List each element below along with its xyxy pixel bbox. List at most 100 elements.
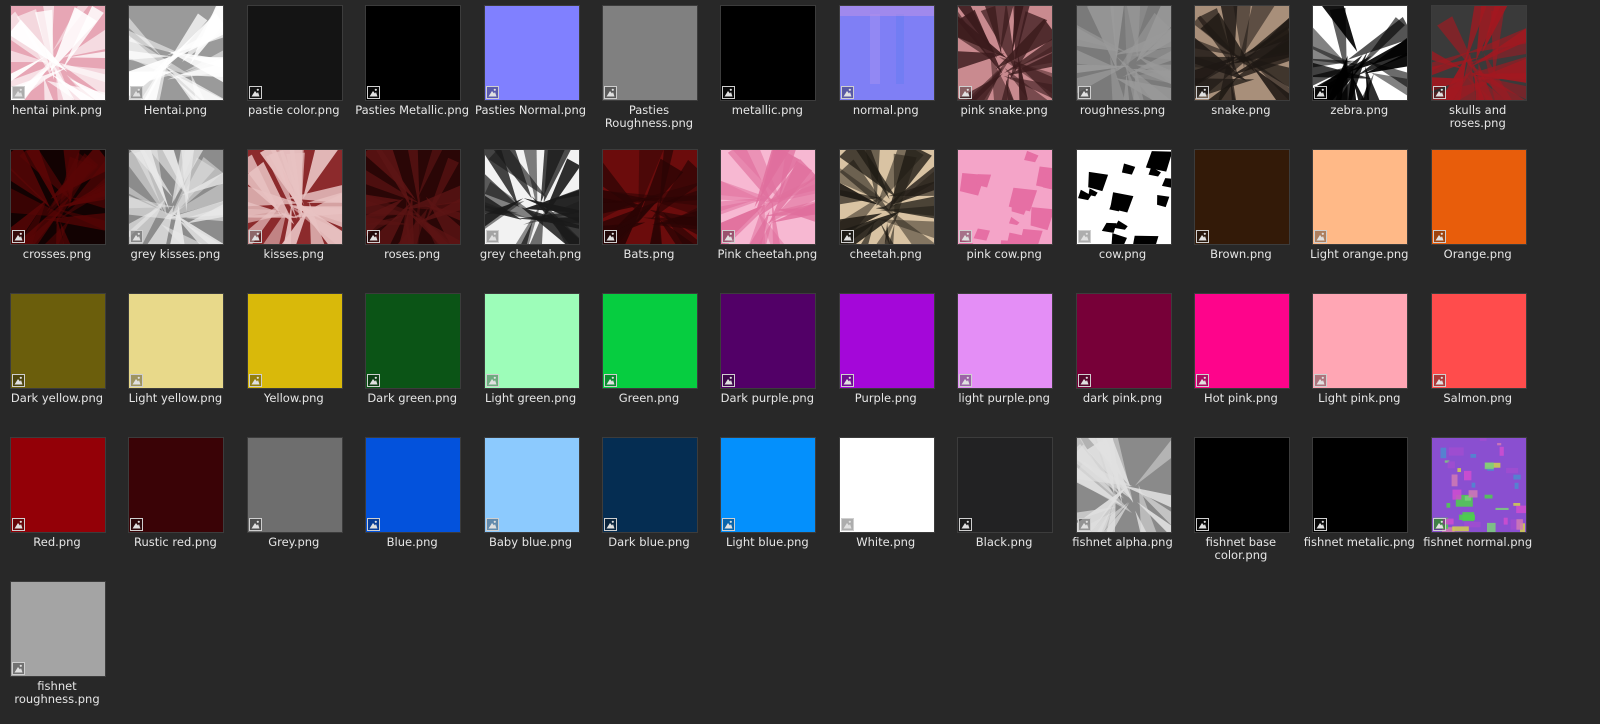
file-item[interactable]: Pasties Roughness.png [601, 4, 719, 148]
image-thumbnail[interactable] [838, 293, 935, 389]
file-item[interactable]: grey kisses.png [127, 148, 245, 292]
file-item[interactable]: Baby blue.png [483, 436, 601, 580]
file-item[interactable]: Light orange.png [1310, 148, 1429, 292]
file-item[interactable]: Salmon.png [1430, 292, 1548, 436]
file-item[interactable]: crosses.png [9, 148, 127, 292]
file-item[interactable]: dark pink.png [1075, 292, 1193, 436]
image-thumbnail[interactable] [1075, 5, 1172, 101]
image-thumbnail[interactable] [957, 437, 1054, 533]
image-thumbnail[interactable] [10, 437, 106, 533]
image-thumbnail[interactable] [1312, 149, 1409, 245]
file-item[interactable]: Grey.png [246, 436, 364, 580]
file-item[interactable]: Light pink.png [1311, 292, 1429, 436]
file-item[interactable]: roses.png [364, 148, 482, 292]
image-thumbnail[interactable] [365, 293, 462, 389]
file-item[interactable]: zebra.png [1311, 4, 1429, 148]
file-item[interactable]: hentai pink.png [9, 4, 127, 148]
image-thumbnail[interactable] [10, 293, 106, 389]
image-thumbnail[interactable] [1193, 437, 1290, 533]
image-thumbnail[interactable] [838, 149, 935, 245]
image-thumbnail[interactable] [720, 437, 817, 533]
file-item[interactable]: skulls and roses.png [1430, 4, 1548, 148]
file-item[interactable]: snake.png [1193, 4, 1311, 148]
image-thumbnail[interactable] [1193, 293, 1290, 389]
file-item[interactable]: Red.png [9, 436, 127, 580]
image-thumbnail[interactable] [1075, 437, 1172, 533]
file-item[interactable]: Pink cheetah.png [718, 148, 837, 292]
image-thumbnail[interactable] [10, 581, 106, 677]
file-item[interactable]: light purple.png [956, 292, 1074, 436]
file-item[interactable]: Dark yellow.png [9, 292, 127, 436]
image-thumbnail[interactable] [720, 149, 817, 245]
image-thumbnail[interactable] [483, 437, 580, 533]
image-thumbnail[interactable] [365, 5, 462, 101]
image-thumbnail[interactable] [10, 5, 106, 101]
image-thumbnail[interactable] [957, 149, 1054, 245]
image-thumbnail[interactable] [128, 437, 225, 533]
image-thumbnail[interactable] [1430, 149, 1527, 245]
file-item[interactable]: cheetah.png [838, 148, 956, 292]
file-item[interactable]: White.png [838, 436, 956, 580]
image-thumbnail[interactable] [957, 293, 1054, 389]
file-item[interactable]: fishnet base color.png [1193, 436, 1311, 580]
file-item[interactable]: Dark blue.png [601, 436, 719, 580]
file-item[interactable]: Brown.png [1193, 148, 1311, 292]
file-item[interactable]: fishnet alpha.png [1072, 436, 1193, 580]
file-item[interactable]: fishnet roughness.png [9, 580, 127, 724]
file-item[interactable]: Orange.png [1430, 148, 1548, 292]
file-item[interactable]: Pasties Metallic.png [355, 4, 482, 148]
file-item[interactable]: Pasties Normal.png [475, 4, 601, 148]
file-item[interactable]: pink snake.png [956, 4, 1074, 148]
image-thumbnail[interactable] [1075, 149, 1172, 245]
image-thumbnail[interactable] [720, 293, 817, 389]
file-item[interactable]: Blue.png [364, 436, 482, 580]
image-thumbnail[interactable] [246, 437, 343, 533]
file-item[interactable]: Hentai.png [127, 4, 245, 148]
image-thumbnail[interactable] [10, 149, 106, 245]
file-item[interactable]: grey cheetah.png [480, 148, 601, 292]
file-item[interactable]: Black.png [956, 436, 1074, 580]
image-thumbnail[interactable] [1312, 293, 1409, 389]
image-thumbnail[interactable] [1075, 293, 1172, 389]
file-item[interactable]: Dark green.png [364, 292, 482, 436]
image-thumbnail[interactable] [128, 293, 225, 389]
image-thumbnail[interactable] [365, 149, 462, 245]
image-thumbnail[interactable] [720, 5, 817, 101]
image-thumbnail[interactable] [483, 149, 580, 245]
file-item[interactable]: cow.png [1075, 148, 1193, 292]
file-item[interactable]: Rustic red.png [127, 436, 245, 580]
image-thumbnail[interactable] [601, 293, 698, 389]
image-thumbnail[interactable] [483, 5, 580, 101]
image-thumbnail[interactable] [1430, 293, 1527, 389]
file-item[interactable]: Light blue.png [719, 436, 837, 580]
image-thumbnail[interactable] [1430, 437, 1527, 533]
image-thumbnail[interactable] [838, 5, 935, 101]
image-thumbnail[interactable] [483, 293, 580, 389]
file-item[interactable]: Yellow.png [246, 292, 364, 436]
image-thumbnail[interactable] [1312, 5, 1409, 101]
file-item[interactable]: fishnet metalic.png [1304, 436, 1429, 580]
image-thumbnail[interactable] [1312, 437, 1409, 533]
file-item[interactable]: normal.png [838, 4, 956, 148]
image-thumbnail[interactable] [601, 149, 698, 245]
file-item[interactable]: Green.png [601, 292, 719, 436]
image-thumbnail[interactable] [128, 5, 225, 101]
image-thumbnail[interactable] [365, 437, 462, 533]
image-thumbnail[interactable] [838, 437, 935, 533]
image-thumbnail[interactable] [1430, 5, 1527, 101]
image-thumbnail[interactable] [957, 5, 1054, 101]
image-thumbnail[interactable] [128, 149, 225, 245]
file-item[interactable]: Bats.png [601, 148, 719, 292]
image-thumbnail[interactable] [1193, 149, 1290, 245]
file-item[interactable]: fishnet normal.png [1423, 436, 1548, 580]
file-item[interactable]: roughness.png [1075, 4, 1193, 148]
file-item[interactable]: Light green.png [483, 292, 601, 436]
file-item[interactable]: Light yellow.png [127, 292, 245, 436]
file-item[interactable]: Dark purple.png [719, 292, 837, 436]
file-item[interactable]: Hot pink.png [1193, 292, 1311, 436]
file-item[interactable]: metallic.png [719, 4, 837, 148]
file-item[interactable]: kisses.png [246, 148, 364, 292]
image-thumbnail[interactable] [246, 149, 343, 245]
file-item[interactable]: Purple.png [838, 292, 956, 436]
image-thumbnail[interactable] [1193, 5, 1290, 101]
